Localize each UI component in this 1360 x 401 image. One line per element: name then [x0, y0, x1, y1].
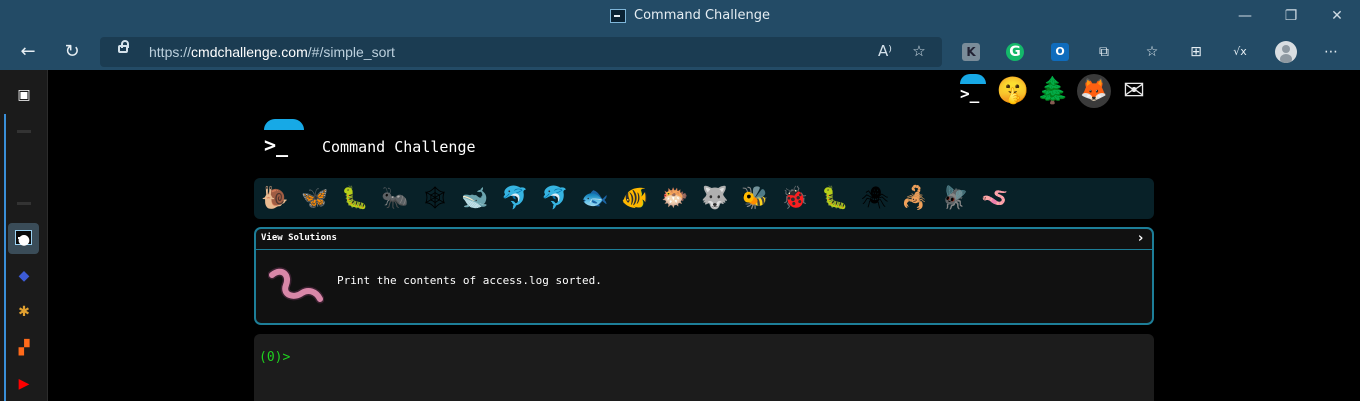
collections-icon[interactable]: ⊞	[1185, 41, 1207, 63]
shushing-face-icon[interactable]: 🤫	[996, 74, 1030, 108]
terminal-app-icon	[610, 9, 626, 23]
url-scheme: https://	[149, 44, 192, 60]
extension-k-icon[interactable]: K	[962, 43, 980, 61]
task-description: Print the contents of access.log sorted.	[337, 274, 602, 287]
level-animal-icon[interactable]: 🐛	[818, 182, 852, 216]
title-bar: Command Challenge — ❐ ✕	[0, 0, 1360, 34]
url-text[interactable]: https://cmdchallenge.com/#/simple_sort	[149, 44, 395, 60]
outlook-icon[interactable]: O	[1051, 43, 1069, 61]
sidebar-accent	[4, 114, 6, 401]
sidebar-divider	[17, 202, 31, 205]
level-animal-icon[interactable]: 🐬	[498, 182, 532, 216]
level-animal-icon[interactable]: 🐬	[538, 182, 572, 216]
mail-icon[interactable]: ✉	[1117, 74, 1151, 108]
back-arrow-icon[interactable]: ←	[14, 38, 42, 66]
level-animal-icon[interactable]: 🐛	[338, 182, 372, 216]
level-animal-icon[interactable]: 🐜	[378, 182, 412, 216]
terminal-prompt-glyph: >_	[960, 84, 980, 103]
read-aloud-icon[interactable]: A⁾	[874, 42, 896, 60]
level-animal-icon[interactable]: 🐋	[458, 182, 492, 216]
sidebar-divider	[17, 130, 31, 133]
terminal-input-area[interactable]: (0)>	[254, 334, 1154, 401]
browser-sidebar: ▣ ● ◆ ✱ ▞ ▶	[0, 70, 48, 401]
level-animal-icon[interactable]: 🪱	[978, 182, 1012, 216]
umbrella-shape	[960, 74, 986, 84]
youtube-icon[interactable]: ▶	[14, 374, 34, 394]
linear-icon[interactable]: ◆	[14, 266, 34, 286]
umbrella-shape	[264, 119, 304, 130]
terminal-prompt[interactable]: (0)>	[259, 350, 290, 365]
navigation-bar: ← ↻ https://cmdchallenge.com/#/simple_so…	[0, 34, 1360, 70]
cmdchallenge-terminal-icon[interactable]: >_	[956, 74, 990, 108]
github-icon[interactable]: ●	[14, 230, 34, 250]
challenge-panel: View Solutions › Print the contents of a…	[254, 227, 1154, 325]
tree-icon[interactable]: 🌲	[1036, 74, 1070, 108]
slack-icon[interactable]: ✱	[14, 302, 34, 322]
refresh-icon[interactable]: ↻	[58, 38, 86, 66]
level-animal-icon[interactable]: 🐌	[258, 182, 292, 216]
level-animal-icon[interactable]: 🐟	[578, 182, 612, 216]
site-title: Command Challenge	[322, 138, 476, 156]
extensions-icon[interactable]: ⧉	[1093, 41, 1115, 63]
math-solver-icon[interactable]: √x	[1229, 41, 1251, 63]
zapier-icon[interactable]: ▞	[14, 338, 34, 358]
minimize-button[interactable]: —	[1233, 6, 1257, 26]
level-animal-icon[interactable]: 🪰	[938, 182, 972, 216]
url-host: cmdchallenge.com	[191, 44, 308, 60]
level-animal-icon[interactable]: 🕷	[858, 182, 892, 216]
profile-avatar[interactable]	[1275, 41, 1297, 63]
sidebar-panel-icon[interactable]: ▣	[14, 85, 34, 105]
level-animal-icon[interactable]: 🐝	[738, 182, 772, 216]
worm-icon	[268, 267, 324, 304]
menu-dots-icon[interactable]: ⋯	[1320, 41, 1342, 63]
level-animal-icon[interactable]: 🦂	[898, 182, 932, 216]
site-logo[interactable]: >_	[262, 119, 306, 159]
gitlab-icon[interactable]: 🦊	[1077, 74, 1111, 108]
favorites-icon[interactable]: ☆	[1141, 41, 1163, 63]
level-animal-icon[interactable]: 🐺	[698, 182, 732, 216]
add-favorite-icon[interactable]: ☆	[908, 42, 930, 60]
level-animal-icon[interactable]: 🐠	[618, 182, 652, 216]
close-button[interactable]: ✕	[1325, 6, 1349, 26]
restore-button[interactable]: ❐	[1279, 6, 1303, 26]
url-path: /#/simple_sort	[307, 44, 395, 60]
window-title: Command Challenge	[634, 8, 770, 23]
challenge-levels-strip: 🐌 🦋 🐛 🐜 🕸 🐋 🐬 🐬 🐟 🐠 🐡 🐺 🐝 🐞 🐛 🕷 🦂 🪰 🪱	[254, 178, 1154, 219]
view-solutions-header[interactable]: View Solutions ›	[256, 229, 1152, 250]
chevron-right-icon[interactable]: ›	[1138, 231, 1143, 246]
lock-icon[interactable]	[118, 40, 129, 53]
view-solutions-title[interactable]: View Solutions	[261, 233, 337, 243]
level-animal-icon[interactable]: 🐞	[778, 182, 812, 216]
logo-prompt-glyph: >_	[264, 133, 289, 157]
grammarly-icon[interactable]: G	[1006, 43, 1024, 61]
address-bar[interactable]: https://cmdchallenge.com/#/simple_sort A…	[100, 37, 942, 67]
level-animal-icon[interactable]: 🦋	[298, 182, 332, 216]
level-animal-icon[interactable]: 🐡	[658, 182, 692, 216]
level-animal-icon[interactable]: 🕸	[418, 182, 452, 216]
